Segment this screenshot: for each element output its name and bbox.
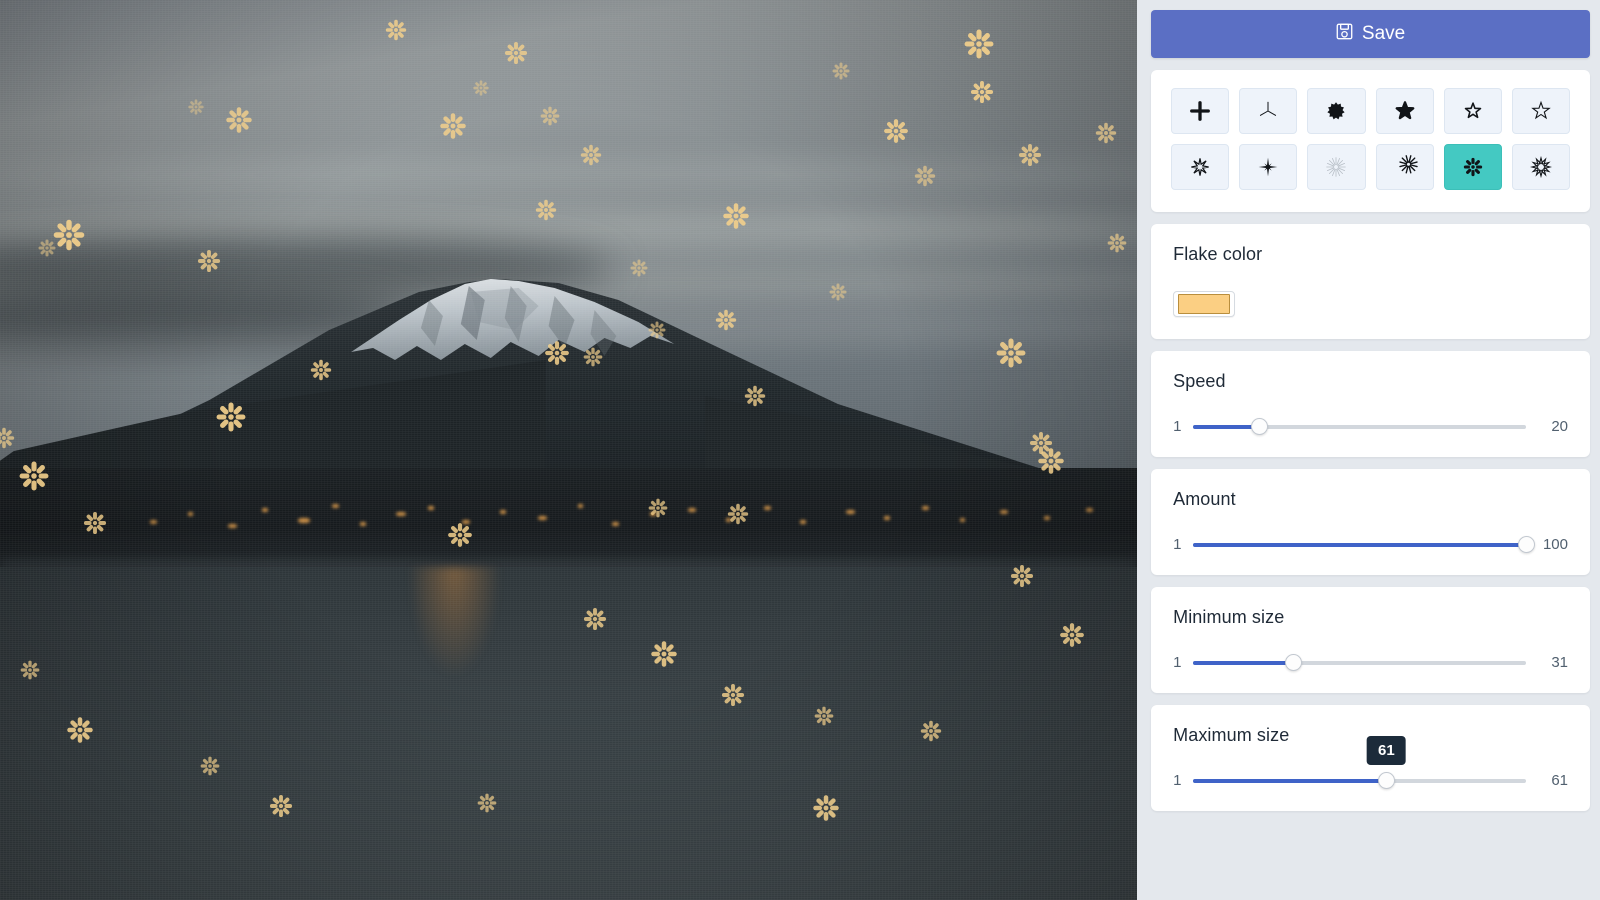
slider-thumb-speed[interactable] [1251,418,1269,435]
slider-row-speed: 1 20 [1173,418,1568,435]
slider-fill-minimum_size [1193,660,1294,665]
sparkle-4-point-icon [1257,156,1279,178]
slider-max-label-maximum_size: 61 [1551,772,1568,789]
star-outline-rounded-icon [1462,100,1484,122]
star-outline-sharp-icon [1530,100,1552,122]
flake-shape-button-9[interactable] [1375,144,1434,190]
flower-burst-icon [1462,156,1484,178]
town-light [360,521,366,526]
town-light [884,515,890,520]
slider-max-label-amount: 100 [1542,536,1568,553]
save-button-label: Save [1361,23,1406,44]
flake-shape-button-6[interactable] [1171,144,1230,190]
slider-thumb-amount[interactable] [1517,536,1535,553]
background-scene [0,0,1138,900]
sunburst-thin-icon [1325,156,1347,178]
flake-shape-button-7[interactable] [1239,144,1298,190]
town-light [462,519,470,524]
slider-thumb-maximum_size[interactable] [1377,772,1395,789]
slider-track-maximum_size[interactable]: 61 [1193,735,1526,789]
slider-thumb-minimum_size[interactable] [1284,654,1302,671]
asterisk-thin-icon [1257,100,1279,122]
town-light [428,505,434,510]
slider-min-label-minimum_size: 1 [1173,654,1182,671]
slider-card-speed: Speed 1 20 [1151,351,1590,457]
flake-shape-button-8[interactable] [1307,144,1366,190]
flake-shape-card [1151,70,1590,212]
flake-shape-button-2[interactable] [1307,88,1366,134]
flake-shape-button-10[interactable] [1443,144,1502,190]
sunburst-spiky-icon [1394,155,1418,178]
town-lights [0,482,1137,545]
slider-track-speed[interactable] [1193,418,1526,435]
town-light [538,515,547,520]
lake-water [0,567,1138,900]
town-light [332,503,339,508]
snowflake-6-point-icon [1529,156,1552,178]
settings-panel: Save Flake color Speed 1 20 Amount 1 100 Minim… [1141,0,1600,900]
water-reflection-glow [409,567,501,675]
flake-shape-button-4[interactable] [1443,88,1502,134]
asterisk-bold-icon [1189,100,1211,122]
flake-shape-button-11[interactable] [1511,144,1570,190]
slider-max-label-minimum_size: 31 [1551,654,1568,671]
star-filled-rounded-icon [1394,100,1416,122]
slider-row-minimum_size: 1 31 [1173,654,1568,671]
town-light [726,517,731,522]
town-light [396,511,406,516]
flake-shape-button-0[interactable] [1171,88,1230,134]
town-light [800,519,806,524]
slider-track-minimum_size[interactable] [1193,654,1526,671]
town-light [228,523,237,528]
town-light [298,517,310,523]
floppy-disk-save-icon [1336,23,1353,46]
town-light [1000,509,1008,514]
slider-cards-container: Speed 1 20 Amount 1 100 Minimum size 1 31 Maximum… [1151,351,1590,811]
town-light [188,511,193,516]
town-light [1086,507,1093,512]
town-light [612,521,619,526]
slider-label-speed: Speed [1173,371,1226,391]
slider-card-maximum_size: Maximum size 1 61 61 [1151,705,1590,811]
town-light [578,503,583,508]
town-light [1044,515,1050,520]
slider-row-amount: 1 100 [1173,536,1568,553]
slider-label-amount: Amount [1173,489,1236,509]
slider-fill-amount [1193,542,1526,547]
slider-min-label-maximum_size: 1 [1173,772,1182,789]
slider-card-minimum_size: Minimum size 1 31 [1151,587,1590,693]
flake-color-label: Flake color [1173,244,1263,264]
flake-shape-button-1[interactable] [1239,88,1298,134]
slider-label-minimum_size: Minimum size [1173,607,1285,627]
flake-shape-button-3[interactable] [1375,88,1434,134]
town-light [500,509,506,514]
flake-shape-grid [1171,88,1570,190]
flake-color-swatch [1178,294,1231,314]
slider-card-amount: Amount 1 100 [1151,469,1590,575]
starburst-8-outline-icon [1189,156,1211,178]
flake-color-picker[interactable] [1173,291,1236,317]
gear-burst-filled-icon [1325,100,1347,122]
town-light [150,519,157,524]
town-light [764,505,771,510]
save-button[interactable]: Save [1151,10,1590,58]
slider-min-label-amount: 1 [1173,536,1182,553]
town-light [846,509,855,514]
slider-fill-maximum_size [1193,778,1387,783]
flake-shape-button-5[interactable] [1511,88,1570,134]
flake-color-card: Flake color [1151,224,1590,339]
town-light [688,507,696,512]
slider-row-maximum_size: 1 61 61 [1173,735,1568,789]
slider-min-label-speed: 1 [1173,418,1182,435]
slider-max-label-speed: 20 [1551,418,1568,435]
town-light [922,505,929,510]
app-root: Save Flake color Speed 1 20 Amount 1 100 Minim… [0,0,1600,900]
slider-tooltip-maximum_size: 61 [1366,735,1406,765]
town-light [262,507,268,512]
slider-track-amount[interactable] [1193,536,1535,553]
snow-preview-canvas[interactable] [0,0,1138,900]
slider-fill-speed [1193,424,1260,429]
town-light [960,517,965,522]
town-light [650,511,656,516]
